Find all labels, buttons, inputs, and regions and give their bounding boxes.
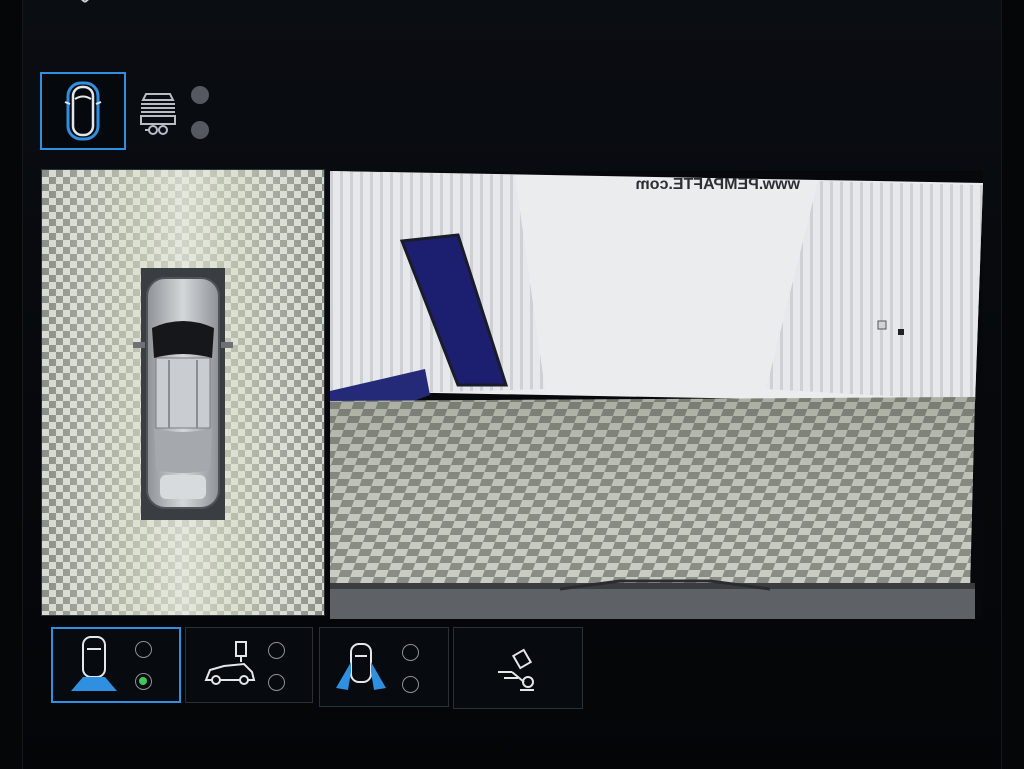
mode-option-radio[interactable] bbox=[268, 642, 285, 659]
mode-option-radio[interactable] bbox=[268, 674, 285, 691]
hitch-camera-mode-button[interactable] bbox=[185, 627, 313, 703]
trailer-hitch-icon bbox=[140, 93, 176, 135]
close-button[interactable] bbox=[67, 0, 101, 14]
mode-option-radio[interactable] bbox=[402, 676, 419, 693]
wall-text: www.PEMPAFTE.com bbox=[636, 176, 801, 193]
close-icon bbox=[81, 0, 89, 3]
side-camera-mode-button[interactable] bbox=[319, 627, 449, 707]
rear-camera-panel: www.PEMPAFTE.com bbox=[330, 171, 983, 619]
surround-view-panel bbox=[41, 169, 325, 616]
car-side-hitch-icon bbox=[204, 641, 256, 685]
trailer-assist-icon bbox=[498, 648, 534, 691]
car-side-camera-icon bbox=[336, 643, 386, 690]
mode-option-radio[interactable] bbox=[135, 641, 152, 658]
trailer-assist-mode-button[interactable] bbox=[453, 627, 583, 709]
rear-camera-mode-button[interactable] bbox=[51, 627, 181, 703]
overhead-view-button[interactable] bbox=[40, 72, 126, 150]
car-top-icon bbox=[64, 81, 102, 141]
mode-option-radio[interactable] bbox=[402, 644, 419, 661]
car-rear-camera-icon bbox=[71, 636, 117, 691]
page-indicator-dot bbox=[191, 121, 209, 139]
birds-eye-camera-image bbox=[42, 170, 324, 615]
vehicle-top-image bbox=[133, 277, 233, 509]
trailer-view-button[interactable] bbox=[136, 84, 180, 140]
page-indicator-dot bbox=[191, 86, 209, 104]
camera-screen: www.PEMPAFTE.com bbox=[22, 0, 1002, 769]
rear-camera-image: www.PEMPAFTE.com bbox=[330, 171, 983, 619]
mode-option-radio-active[interactable] bbox=[135, 673, 152, 690]
